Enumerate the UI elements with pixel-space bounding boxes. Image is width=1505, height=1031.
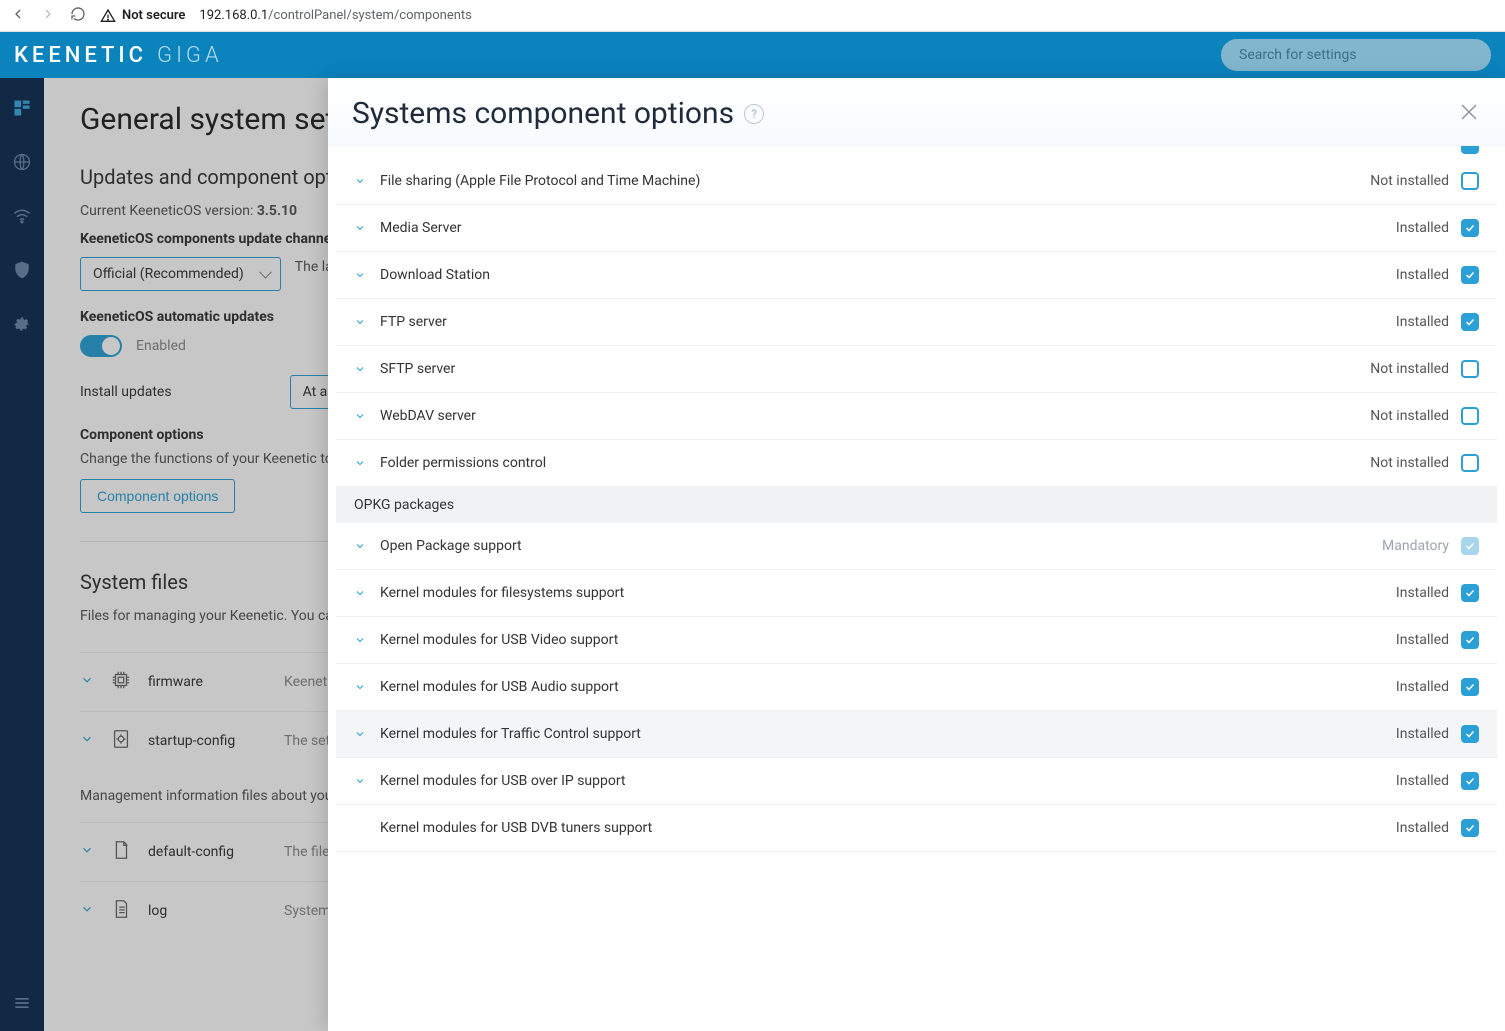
chevron-down-icon: [354, 410, 368, 422]
component-row[interactable]: WebDAV server Not installed: [336, 393, 1497, 440]
component-row[interactable]: Folder permissions control Not installed: [336, 440, 1497, 487]
checkbox[interactable]: [1461, 584, 1479, 602]
component-row[interactable]: Kernel modules for filesystems support In…: [336, 570, 1497, 617]
app-header: KEENETIC GIGA Search for settings: [0, 32, 1505, 78]
component-row[interactable]: Download Station Installed: [336, 252, 1497, 299]
component-name: Kernel modules for USB DVB tuners suppor…: [380, 820, 1384, 836]
component-name: Kernel modules for USB Audio support: [380, 679, 1384, 695]
component-row[interactable]: SFTP server Not installed: [336, 346, 1497, 393]
component-status: Installed: [1396, 773, 1449, 789]
component-name: WebDAV server: [380, 408, 1358, 424]
nav-forward-icon[interactable]: [40, 6, 56, 26]
checkbox[interactable]: [1461, 454, 1479, 472]
nav-reload-icon[interactable]: [70, 6, 86, 26]
component-status: Not installed: [1370, 361, 1449, 377]
checkbox[interactable]: [1461, 360, 1479, 378]
component-row[interactable]: Media Server Installed: [336, 205, 1497, 252]
chevron-down-icon: [354, 775, 368, 787]
chevron-down-icon: [354, 175, 368, 187]
checkbox[interactable]: [1461, 819, 1479, 837]
warning-triangle-icon: [100, 8, 116, 24]
search-input[interactable]: Search for settings: [1221, 39, 1491, 71]
chevron-down-icon: [354, 728, 368, 740]
component-name: Media Server: [380, 220, 1384, 236]
browser-bar: Not secure 192.168.0.1/controlPanel/syst…: [0, 0, 1505, 32]
component-name: File sharing (Apple File Protocol and Ti…: [380, 173, 1358, 189]
panel-title: Systems component options: [352, 96, 734, 131]
chevron-down-icon: [354, 316, 368, 328]
component-row[interactable]: Kernel modules for USB Video support Inst…: [336, 617, 1497, 664]
component-status: Installed: [1396, 820, 1449, 836]
component-status: Installed: [1396, 267, 1449, 283]
chevron-down-icon: [354, 587, 368, 599]
component-name: Folder permissions control: [380, 455, 1358, 471]
checkbox[interactable]: [1461, 219, 1479, 237]
component-name: Download Station: [380, 267, 1384, 283]
checkbox: [1461, 537, 1479, 555]
brand-logo: KEENETIC GIGA: [14, 43, 223, 68]
component-status: Not installed: [1370, 173, 1449, 189]
component-name: Kernel modules for Traffic Control suppo…: [380, 726, 1384, 742]
component-name: FTP server: [380, 314, 1384, 330]
component-status: Not installed: [1370, 455, 1449, 471]
chevron-down-icon: [354, 540, 368, 552]
component-name: Kernel modules for USB over IP support: [380, 773, 1384, 789]
component-status: Installed: [1396, 220, 1449, 236]
checkbox[interactable]: [1461, 772, 1479, 790]
close-icon[interactable]: [1457, 100, 1481, 128]
checkbox[interactable]: [1461, 407, 1479, 425]
component-row[interactable]: FTP server Installed: [336, 299, 1497, 346]
component-name: Kernel modules for filesystems support: [380, 585, 1384, 601]
component-status: Installed: [1396, 314, 1449, 330]
component-group-header: OPKG packages: [336, 487, 1497, 523]
component-name: Kernel modules for USB Video support: [380, 632, 1384, 648]
component-status: Installed: [1396, 726, 1449, 742]
chevron-down-icon: [354, 269, 368, 281]
checkbox[interactable]: [1461, 631, 1479, 649]
component-panel: Systems component options ? File sharing…: [328, 78, 1505, 1031]
chevron-down-icon: [354, 457, 368, 469]
security-area[interactable]: Not secure: [100, 8, 185, 24]
chevron-down-icon: [354, 681, 368, 693]
checkbox[interactable]: [1461, 172, 1479, 190]
nav-back-icon[interactable]: [10, 6, 26, 26]
component-status: Not installed: [1370, 408, 1449, 424]
component-row[interactable]: File sharing (Apple File Protocol and Ti…: [336, 158, 1497, 205]
component-row[interactable]: Kernel modules for USB over IP support In…: [336, 758, 1497, 805]
help-icon[interactable]: ?: [744, 104, 764, 124]
component-status: Installed: [1396, 632, 1449, 648]
component-status: Mandatory: [1382, 538, 1449, 554]
component-row[interactable]: Open Package support Mandatory: [336, 523, 1497, 570]
checkbox[interactable]: [1461, 313, 1479, 331]
checkbox[interactable]: [1461, 678, 1479, 696]
chevron-down-icon: [354, 363, 368, 375]
url-bar[interactable]: 192.168.0.1/controlPanel/system/componen…: [199, 8, 471, 23]
checkbox[interactable]: [1461, 725, 1479, 743]
not-secure-label: Not secure: [122, 8, 185, 23]
component-row[interactable]: Kernel modules for USB DVB tuners suppor…: [336, 805, 1497, 852]
chevron-down-icon: [354, 634, 368, 646]
checkbox[interactable]: [1461, 266, 1479, 284]
component-status: Installed: [1396, 679, 1449, 695]
component-row[interactable]: Kernel modules for USB Audio support Inst…: [336, 664, 1497, 711]
component-name: Open Package support: [380, 538, 1370, 554]
component-name: SFTP server: [380, 361, 1358, 377]
component-row[interactable]: Kernel modules for Traffic Control suppo…: [336, 711, 1497, 758]
component-status: Installed: [1396, 585, 1449, 601]
chevron-down-icon: [354, 222, 368, 234]
